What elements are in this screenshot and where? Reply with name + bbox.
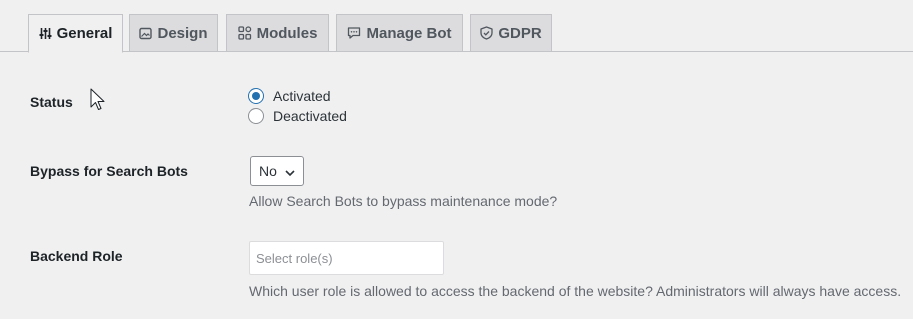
chat-icon [347, 26, 361, 40]
mouse-cursor-icon [89, 88, 107, 117]
bypass-description: Allow Search Bots to bypass maintenance … [249, 193, 558, 209]
tab-manage-bot[interactable]: Manage Bot [336, 14, 463, 52]
deactivated-radio[interactable] [248, 108, 264, 124]
status-label: Status [30, 94, 73, 110]
deactivated-label: Deactivated [273, 108, 347, 124]
activated-radio[interactable] [248, 88, 264, 104]
bypass-select-value: No [259, 163, 277, 179]
tab-general[interactable]: General [28, 14, 123, 53]
tab-manage-bot-label: Manage Bot [366, 24, 452, 42]
bypass-label: Bypass for Search Bots [30, 163, 188, 179]
shield-icon [480, 26, 493, 40]
status-option-deactivated[interactable]: Deactivated [248, 108, 347, 124]
tab-design-label: Design [157, 24, 208, 42]
bypass-select[interactable]: No [250, 156, 304, 186]
backend-role-description: Which user role is allowed to access the… [249, 283, 902, 299]
tab-gdpr-label: GDPR [498, 24, 542, 42]
sliders-icon [39, 27, 52, 40]
tab-general-label: General [56, 25, 113, 42]
tab-gdpr[interactable]: GDPR [470, 14, 552, 52]
tab-design[interactable]: Design [129, 14, 218, 52]
tab-modules-label: Modules [256, 24, 318, 42]
chevron-down-icon [284, 166, 296, 182]
settings-tab-bar: General Design Modules Manage Bot GDPR [0, 0, 913, 53]
image-icon [139, 27, 153, 40]
activated-label: Activated [273, 88, 331, 104]
modules-icon [237, 26, 252, 40]
role-select-input[interactable] [249, 241, 444, 275]
backend-role-label: Backend Role [30, 248, 123, 264]
tab-modules[interactable]: Modules [226, 14, 329, 52]
status-option-activated[interactable]: Activated [248, 88, 331, 104]
